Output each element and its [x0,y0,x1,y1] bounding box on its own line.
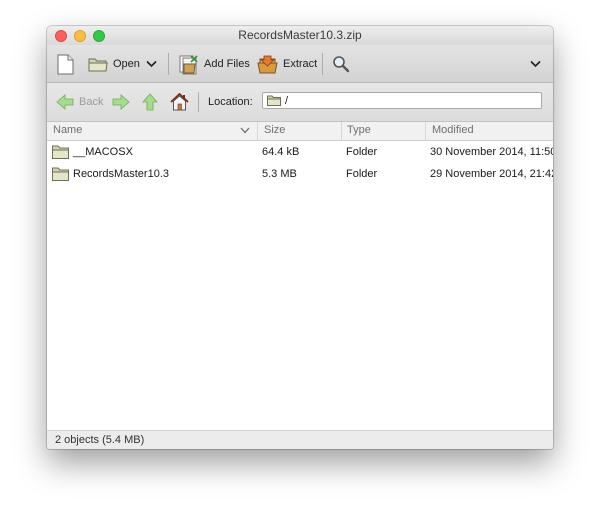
search-button[interactable] [332,53,350,75]
status-summary: 2 objects (5.4 MB) [55,434,145,446]
file-list-header: Name Size Type Modified [47,122,553,141]
forward-button[interactable] [112,92,130,112]
more-menu-button[interactable] [530,53,541,75]
chevron-down-icon [530,60,541,68]
file-size: 64.4 kB [262,146,300,158]
arrow-up-icon [142,93,158,111]
location-label: Location: [208,96,253,108]
add-files-icon [179,54,198,74]
open-folder-icon [88,58,108,72]
status-bar: 2 objects (5.4 MB) [47,430,553,449]
file-type: Folder [346,168,378,180]
archive-window: RecordsMaster10.3.zip Open Add Files Ext… [47,26,553,449]
extract-button[interactable]: Extract [257,53,317,75]
open-button[interactable]: Open [88,53,140,75]
column-divider[interactable] [257,122,258,140]
close-window-button[interactable] [55,30,67,42]
file-modified: 30 November 2014, 11:50 [430,146,553,158]
extract-icon [257,55,278,73]
column-header-name[interactable]: Name [53,122,82,140]
column-header-modified[interactable]: Modified [432,122,474,140]
toolbar-divider [322,53,323,75]
new-document-icon [57,54,74,74]
add-files-label: Add Files [204,58,250,70]
file-modified: 29 November 2014, 21:42 [430,168,553,180]
file-name: __MACOSX [73,146,133,158]
column-divider[interactable] [425,122,426,140]
sort-chevron-icon[interactable] [240,127,250,134]
up-button[interactable] [142,92,158,112]
extract-label: Extract [283,58,318,70]
home-icon [170,93,189,111]
search-icon [333,56,350,73]
location-field[interactable]: / [262,92,542,109]
folder-icon [52,145,69,159]
location-value: / [285,94,289,107]
add-files-button[interactable]: Add Files [178,53,250,75]
file-row[interactable]: __MACOSX 64.4 kB Folder 30 November 2014… [47,141,553,163]
file-row[interactable]: RecordsMaster10.3 5.3 MB Folder 29 Novem… [47,163,553,185]
home-button[interactable] [170,92,189,112]
minimize-window-button[interactable] [74,30,86,42]
back-label: Back [79,96,104,108]
open-menu-button[interactable] [146,53,157,75]
file-type: Folder [346,146,378,158]
chevron-down-icon [146,60,157,68]
maximize-window-button[interactable] [93,30,105,42]
new-archive-button[interactable] [57,53,74,75]
arrow-left-icon [56,94,74,110]
title-bar[interactable]: RecordsMaster10.3.zip [47,26,553,45]
navigation-bar: Back Location: / [47,83,553,122]
column-header-size[interactable]: Size [264,122,285,140]
toolbar-divider [168,53,169,75]
navbar-divider [198,92,199,112]
file-name: RecordsMaster10.3 [73,168,169,180]
back-button[interactable]: Back [56,92,103,112]
toolbar: Open Add Files Extract [47,45,553,83]
arrow-right-icon [112,94,130,110]
column-divider[interactable] [341,122,342,140]
folder-icon [267,95,281,106]
window-title: RecordsMaster10.3.zip [238,28,362,42]
open-label: Open [113,58,140,70]
folder-icon [52,167,69,181]
column-header-type[interactable]: Type [347,122,371,140]
file-size: 5.3 MB [262,168,297,180]
